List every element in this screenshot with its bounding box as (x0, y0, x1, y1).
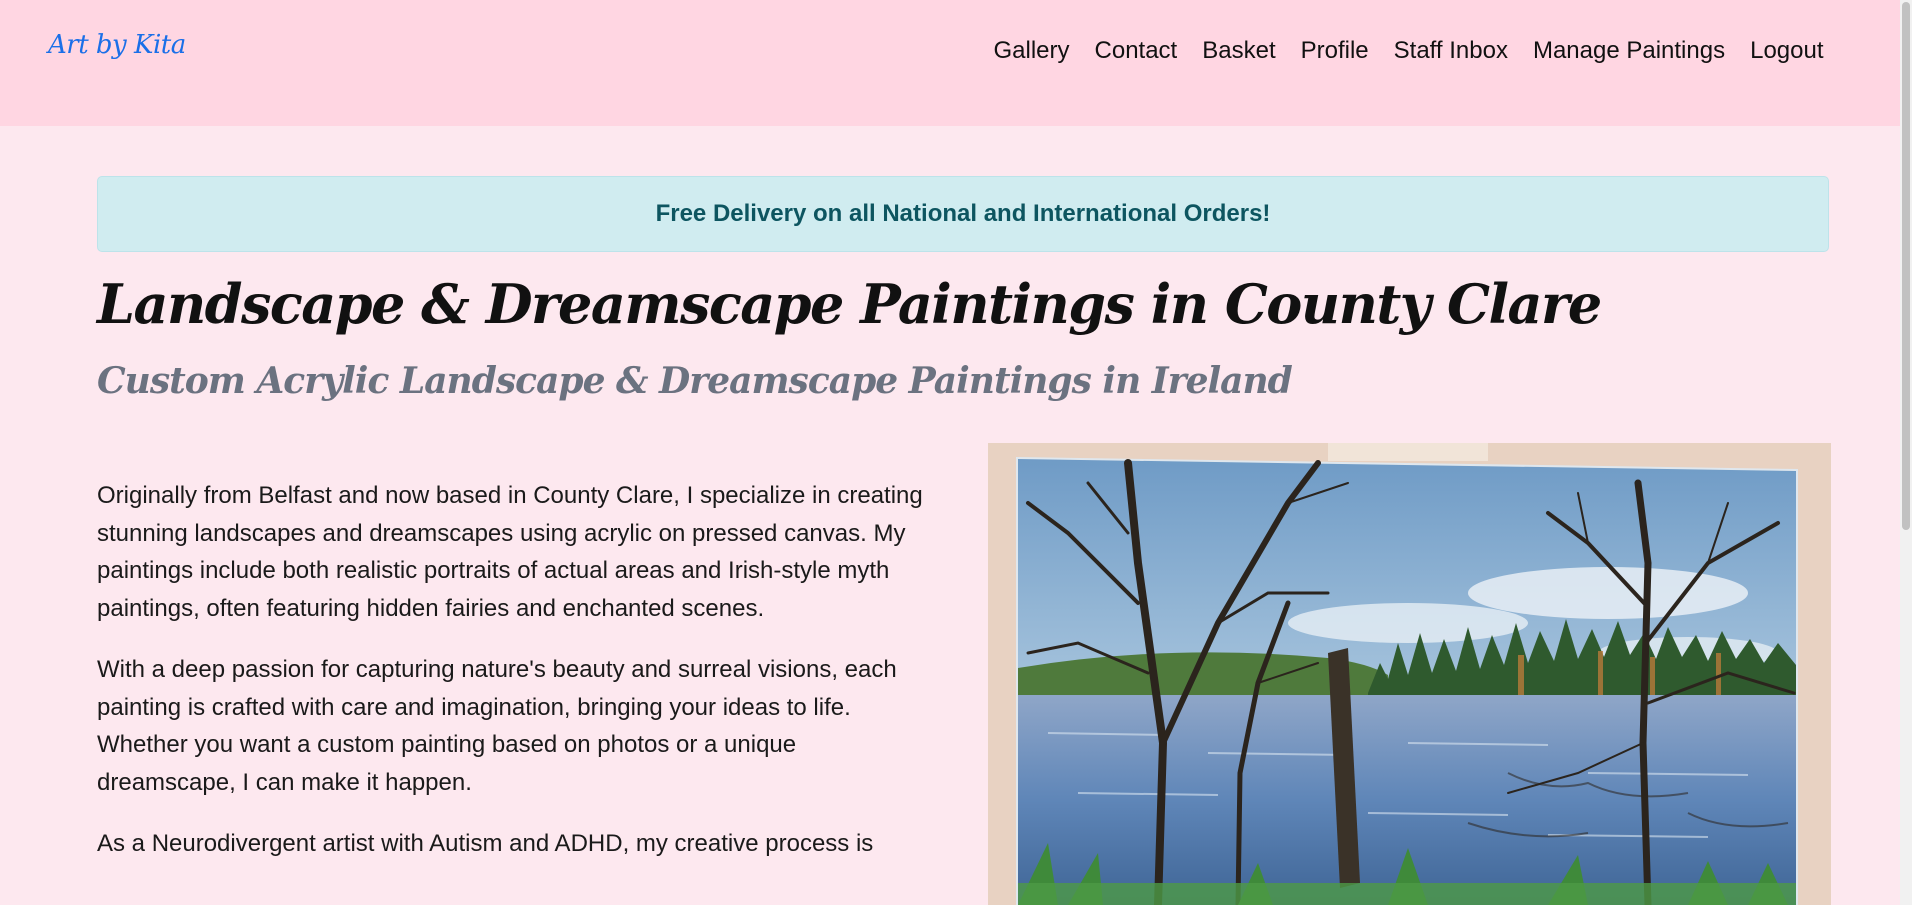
page-title: Landscape & Dreamscape Paintings in Coun… (97, 272, 1602, 336)
nav-link-gallery[interactable]: Gallery (981, 36, 1082, 66)
about-paragraph: As a Neurodivergent artist with Autism a… (97, 830, 874, 857)
navbar: Art by Kita Gallery Contact Basket Profi… (0, 0, 1900, 126)
free-delivery-banner: Free Delivery on all National and Intern… (97, 176, 1829, 252)
brand-logo-link[interactable]: Art by Kita (48, 30, 186, 60)
scrollbar-thumb[interactable] (1902, 2, 1910, 530)
nav-link-contact[interactable]: Contact (1082, 36, 1190, 66)
nav-menu: Gallery Contact Basket Profile Staff Inb… (981, 36, 1836, 66)
page-scrollbar[interactable] (1900, 0, 1912, 905)
nav-link-staff-inbox[interactable]: Staff Inbox (1381, 36, 1520, 66)
nav-link-basket[interactable]: Basket (1190, 36, 1288, 66)
about-paragraph: Originally from Belfast and now based in… (97, 482, 923, 622)
featured-painting-image (988, 443, 1831, 905)
page-subtitle: Custom Acrylic Landscape & Dreamscape Pa… (97, 360, 1293, 402)
about-paragraph: With a deep passion for capturing nature… (97, 656, 897, 796)
nav-link-logout[interactable]: Logout (1738, 36, 1836, 66)
nav-link-manage-paintings[interactable]: Manage Paintings (1520, 36, 1737, 66)
nav-link-profile[interactable]: Profile (1288, 36, 1381, 66)
about-text-column: Originally from Belfast and now based in… (97, 477, 937, 887)
